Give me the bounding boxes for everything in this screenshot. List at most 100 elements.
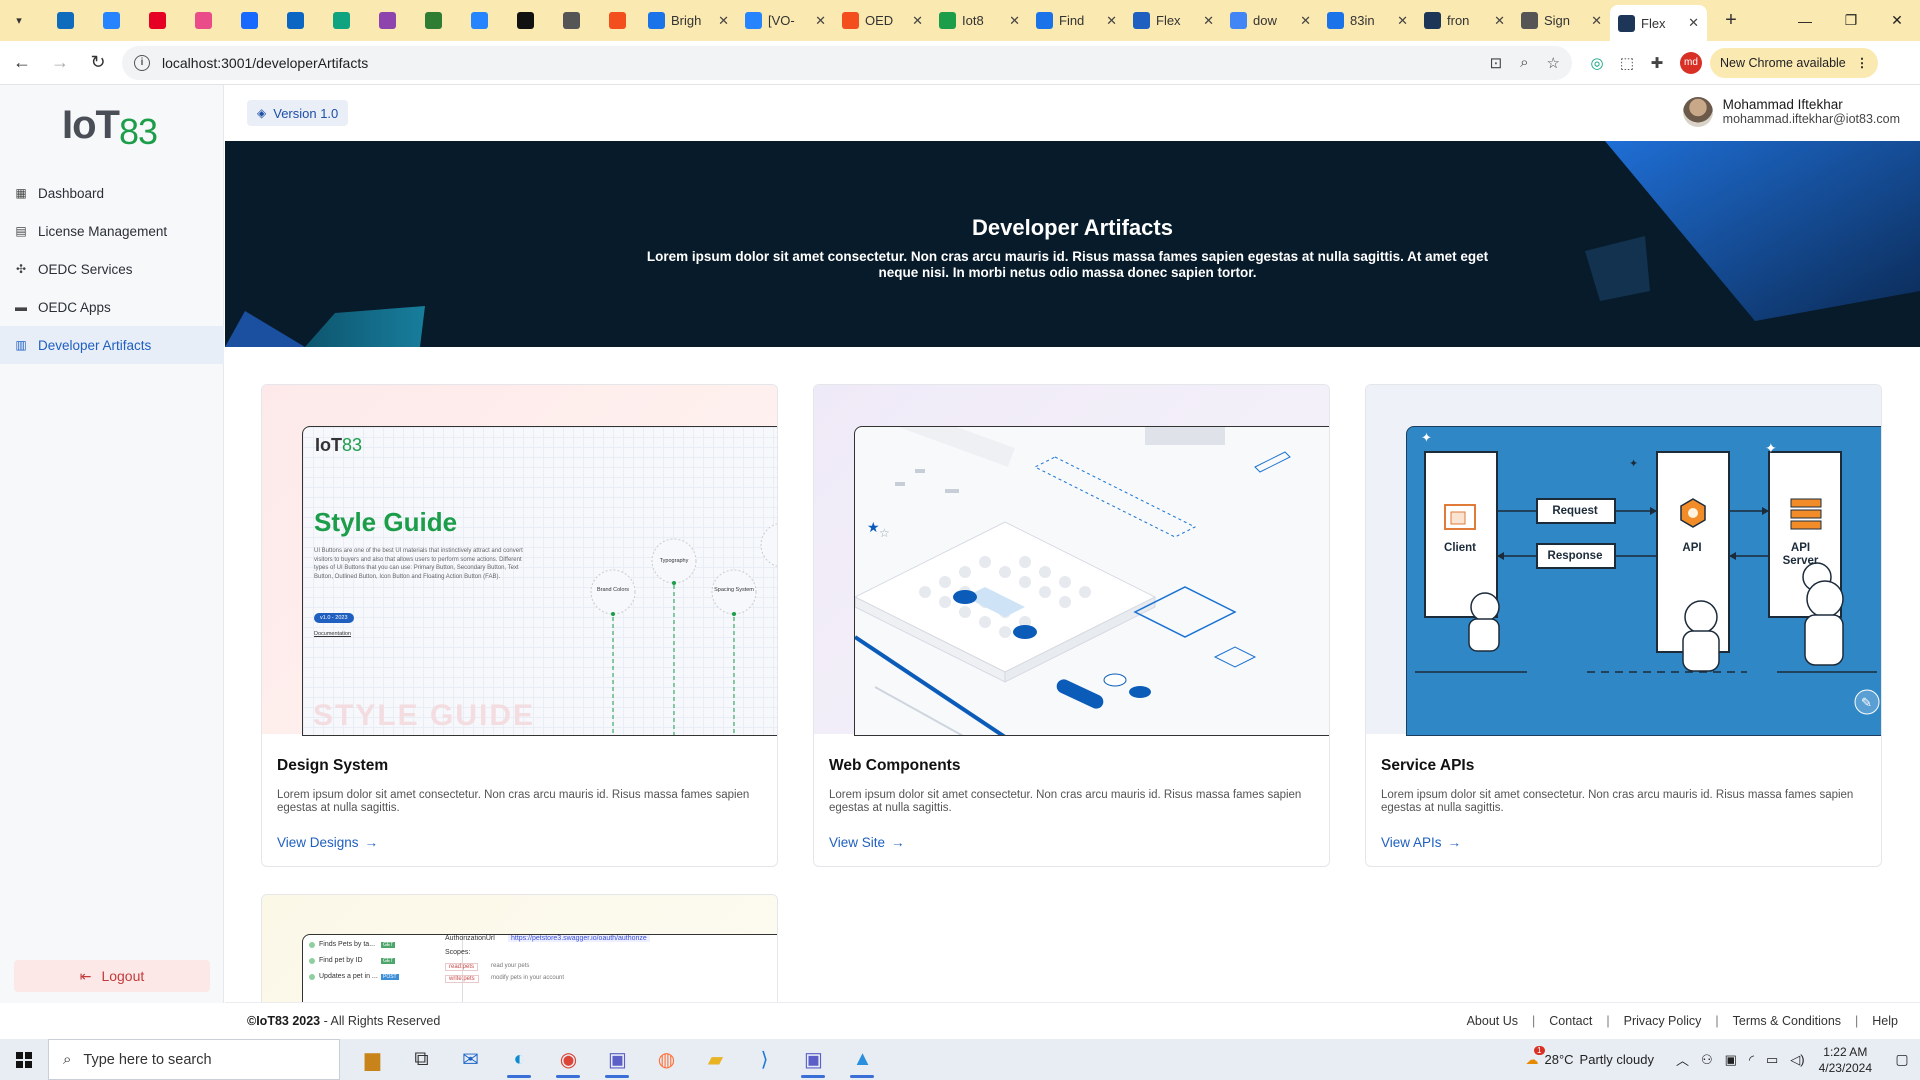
browser-tab[interactable]: Find ✕ [1028, 0, 1125, 41]
pinned-tab[interactable] [88, 0, 134, 41]
meet-now-icon[interactable]: ⚇ [1701, 1052, 1713, 1068]
pinned-tab[interactable] [456, 0, 502, 41]
reload-button[interactable]: ↻ [82, 47, 114, 79]
sidebar-item-developer-artifacts[interactable]: ▥ Developer Artifacts [0, 326, 224, 364]
taskbar-app[interactable]: ◉ [544, 1039, 593, 1080]
windows-start-button[interactable] [0, 1039, 48, 1080]
profile-avatar[interactable]: md [1680, 51, 1702, 74]
browser-tab[interactable]: dow ✕ [1222, 0, 1319, 41]
forward-button[interactable]: → [44, 47, 76, 79]
chrome-menu-icon[interactable]: ⋮ [1856, 55, 1869, 70]
zoom-icon[interactable]: ⌕ [1520, 54, 1528, 71]
pinned-tab[interactable] [134, 0, 180, 41]
taskbar-app[interactable]: ▣ [593, 1039, 642, 1080]
browser-tab[interactable]: Brigh ✕ [640, 0, 737, 41]
version-label: Version 1.0 [273, 105, 339, 121]
extension-icon[interactable]: ⬚ [1612, 54, 1642, 72]
sidebar-item-oedc-apps[interactable]: ▬ OEDC Apps [0, 288, 224, 326]
browser-tab[interactable]: [VO- ✕ [737, 0, 834, 41]
pinned-tab[interactable] [364, 0, 410, 41]
tab-search-button[interactable]: ▾ [4, 6, 34, 36]
iot83-logo[interactable]: IoT83 [62, 103, 158, 152]
pinned-tab[interactable] [594, 0, 640, 41]
card-title: Web Components [829, 757, 961, 774]
taskbar-app[interactable]: ⧉ [397, 1039, 446, 1080]
user-profile[interactable]: Mohammad Iftekhar mohammad.iftekhar@iot8… [1682, 97, 1900, 127]
wifi-icon[interactable]: ◜ [1749, 1052, 1754, 1068]
status-dot-icon [309, 957, 315, 964]
extension-chatgpt-icon[interactable]: ◎ [1582, 54, 1612, 72]
battery-icon[interactable]: ▭ [1766, 1052, 1778, 1068]
taskbar-app[interactable]: ▰ [691, 1039, 740, 1080]
pinned-tab[interactable] [42, 0, 88, 41]
close-window-button[interactable]: ✕ [1874, 0, 1920, 41]
taskbar-search[interactable]: ⌕ Type here to search [48, 1039, 340, 1080]
close-tab-icon[interactable]: ✕ [1106, 13, 1117, 29]
swagger-scope-2-desc: modify pets in your account [491, 975, 565, 981]
install-app-icon[interactable]: ⊡ [1490, 54, 1503, 72]
taskbar-app[interactable]: ▆ [348, 1039, 397, 1080]
browser-tab[interactable]: OED ✕ [834, 0, 931, 41]
close-tab-icon[interactable]: ✕ [1300, 13, 1311, 29]
footer-link-contact[interactable]: Contact [1549, 1014, 1592, 1028]
taskbar-app[interactable]: ▣ [789, 1039, 838, 1080]
site-info-icon[interactable]: i [134, 54, 150, 71]
pinned-tab[interactable] [318, 0, 364, 41]
minimize-button[interactable]: — [1782, 0, 1828, 41]
close-tab-icon[interactable]: ✕ [912, 13, 923, 29]
browser-tab[interactable]: Iot8 ✕ [931, 0, 1028, 41]
bookmark-star-icon[interactable]: ☆ [1547, 54, 1560, 72]
pinned-tab[interactable] [226, 0, 272, 41]
pinned-tab[interactable] [502, 0, 548, 41]
view-designs-link[interactable]: View Designs → [277, 835, 378, 850]
sidebar-item-dashboard[interactable]: ▦ Dashboard [0, 174, 224, 212]
browser-tab[interactable]: fron ✕ [1416, 0, 1513, 41]
notification-center-icon[interactable]: ▢ [1884, 1051, 1920, 1068]
taskbar-app[interactable]: ◐ [495, 1039, 544, 1080]
new-chrome-available-button[interactable]: New Chrome available ⋮ [1710, 47, 1879, 78]
close-tab-icon[interactable]: ✕ [1591, 13, 1602, 29]
close-tab-icon[interactable]: ✕ [815, 13, 826, 29]
browser-tab[interactable]: 83in ✕ [1319, 0, 1416, 41]
taskbar-app[interactable]: ⟩ [740, 1039, 789, 1080]
pinned-tab[interactable] [548, 0, 594, 41]
footer-link-privacy-policy[interactable]: Privacy Policy [1624, 1014, 1702, 1028]
network-status-icon[interactable]: ▣ [1725, 1052, 1737, 1068]
logout-button[interactable]: ⇤ Logout [14, 960, 210, 992]
volume-icon[interactable]: ◁) [1790, 1052, 1804, 1068]
user-avatar[interactable] [1682, 97, 1713, 127]
close-tab-icon[interactable]: ✕ [1203, 13, 1214, 29]
view-site-link[interactable]: View Site → [829, 835, 905, 850]
clock[interactable]: 1:22 AM 4/23/2024 [1819, 1044, 1872, 1076]
taskbar-app[interactable]: ✉ [446, 1039, 495, 1080]
pinned-tab[interactable] [410, 0, 456, 41]
footer-link-help[interactable]: Help [1872, 1014, 1898, 1028]
close-tab-icon[interactable]: ✕ [718, 13, 729, 29]
browser-tab[interactable]: Flex ✕ [1125, 0, 1222, 41]
close-tab-icon[interactable]: ✕ [1397, 13, 1408, 29]
footer-link-terms-conditions[interactable]: Terms & Conditions [1733, 1014, 1841, 1028]
extensions-puzzle-icon[interactable]: ✚ [1642, 54, 1672, 72]
taskbar-app[interactable]: ▲ [838, 1039, 887, 1080]
url-text[interactable]: localhost:3001/developerArtifacts [162, 55, 1472, 71]
close-tab-icon[interactable]: ✕ [1009, 13, 1020, 29]
teams-icon: ▣ [804, 1049, 823, 1071]
pinned-tab[interactable] [180, 0, 226, 41]
close-tab-icon[interactable]: ✕ [1688, 15, 1699, 31]
weather-widget[interactable]: ☁ 1 28°C Partly cloudy [1526, 1045, 1654, 1068]
browser-tab[interactable]: Flex ✕ [1610, 5, 1707, 41]
version-badge[interactable]: ◈ Version 1.0 [247, 100, 349, 126]
footer-link-about-us[interactable]: About Us [1467, 1014, 1518, 1028]
back-button[interactable]: ← [6, 47, 38, 79]
sidebar-item-oedc-services[interactable]: ✣ OEDC Services [0, 250, 224, 288]
close-tab-icon[interactable]: ✕ [1494, 13, 1505, 29]
browser-tab[interactable]: Sign ✕ [1513, 0, 1610, 41]
new-tab-button[interactable]: + [1717, 9, 1745, 32]
restore-button[interactable]: ❐ [1828, 0, 1874, 41]
sidebar-item-license-management[interactable]: ▤ License Management [0, 212, 224, 250]
taskbar-app[interactable]: ◍ [642, 1039, 691, 1080]
view-apis-link[interactable]: View APIs → [1381, 835, 1461, 850]
address-bar[interactable]: i localhost:3001/developerArtifacts ⊡ ⌕ … [122, 45, 1572, 80]
pinned-tab[interactable] [272, 0, 318, 41]
tray-overflow-icon[interactable]: ︿ [1676, 1050, 1689, 1069]
